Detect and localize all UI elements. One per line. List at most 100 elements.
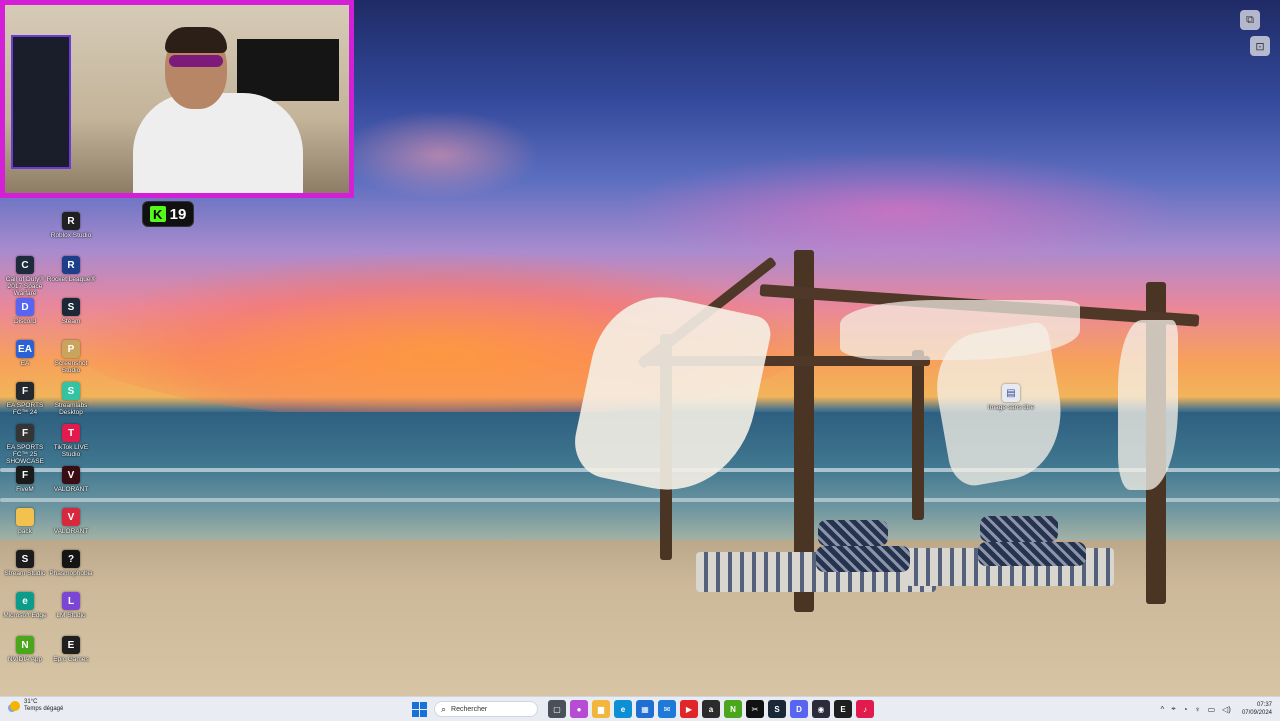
taskbar-app-tiktok[interactable]: ♪ <box>856 700 874 718</box>
ea-icon: EA <box>16 340 34 358</box>
start-button[interactable] <box>410 700 428 718</box>
desktop-icon-fivem[interactable]: F FiveM <box>0 466 50 493</box>
tray-overflow-chevron-icon[interactable]: ^ <box>1160 705 1164 714</box>
desktop-icon-nvidia-app[interactable]: N NVIDIA App <box>0 636 50 663</box>
doc-file-icon: ▤ <box>1002 384 1020 402</box>
taskbar-app-discord[interactable]: D <box>790 700 808 718</box>
copilot-icon: ● <box>576 704 582 714</box>
store-icon: ▦ <box>641 704 649 714</box>
discord-studio-icon: S <box>62 382 80 400</box>
epic-icon: E <box>840 704 846 714</box>
desktop-icon-label: VALORANT <box>53 528 89 535</box>
desktop-icon-ea[interactable]: EA EA <box>0 340 50 367</box>
taskbar-app-file-explorer[interactable]: ▆ <box>592 700 610 718</box>
youtube-icon: ▶ <box>685 704 693 714</box>
kick-viewer-count: 19 <box>169 205 187 223</box>
file-explorer-icon: ▆ <box>597 704 605 714</box>
desktop-icon-label: Stream Studio <box>4 570 46 577</box>
weather-temp: 31°C <box>24 699 38 705</box>
webcam-headset <box>165 27 227 53</box>
desktop-icon-label: Call of Duty® 2017 Space Warfare <box>5 276 45 297</box>
weather-widget[interactable]: 31°C Temps dégagé <box>10 699 63 713</box>
ea-fc-showcase-icon: F <box>16 424 34 442</box>
roblox-studio-icon: R <box>62 212 80 230</box>
network-icon[interactable]: ▭ <box>1208 705 1216 714</box>
taskbar-app-epic[interactable]: E <box>834 700 852 718</box>
cabana-post <box>912 350 924 520</box>
desktop-icon-phasmophobia[interactable]: ? Phasmophobia <box>46 550 96 577</box>
pillow <box>818 520 888 546</box>
pillow <box>816 546 910 572</box>
snip-icon: ⊡ <box>1255 40 1265 53</box>
desktop-icon-label: Rocket League® <box>46 276 96 283</box>
desktop-icon-discord[interactable]: D Discord <box>0 298 50 325</box>
epic-launcher-icon: E <box>62 636 80 654</box>
cloud <box>620 150 1180 270</box>
desktop-icon-ea-fc-showcase[interactable]: F EA SPORTS FC™ 25 SHOWCASE <box>0 424 50 465</box>
desktop-icon-streamlabs-studio[interactable]: S Stream Studio <box>0 550 50 577</box>
desktop-icon-microsoft-edge[interactable]: e Microsoft Edge <box>0 592 50 619</box>
desktop-icon-valorant-2[interactable]: V VALORANT <box>46 508 96 535</box>
taskbar-app-obs[interactable]: ◉ <box>812 700 830 718</box>
desktop-icon-label: EA <box>20 360 30 367</box>
pinned-apps: ▢ ● ▆ e ▦ ✉ ▶ a N ✂ S D ◉ E ♪ <box>548 700 874 718</box>
discord-icon: D <box>796 704 802 714</box>
obs-icon: ◉ <box>817 704 825 714</box>
wave <box>0 498 1280 502</box>
streamlabs-studio-icon: S <box>16 550 34 568</box>
clock-date: 07/09/2024 <box>1241 710 1272 716</box>
volume-icon[interactable]: ◁) <box>1222 705 1231 714</box>
search-placeholder: Rechercher <box>451 705 488 713</box>
taskbar-app-mail[interactable]: ✉ <box>658 700 676 718</box>
capcut-icon: ✂ <box>751 704 759 714</box>
taskbar-app-task-view[interactable]: ▢ <box>548 700 566 718</box>
desktop-icon-tiktok-live[interactable]: T TikTok LIVE Studio <box>46 424 96 458</box>
taskbar-app-capcut[interactable]: ✂ <box>746 700 764 718</box>
desktop-icon-lm-studio[interactable]: L LM Studio <box>46 592 96 619</box>
amazon-icon: a <box>708 704 714 714</box>
webcam-pc-tower <box>11 35 71 169</box>
taskbar-app-youtube[interactable]: ▶ <box>680 700 698 718</box>
desktop-icon-label: Epic Games <box>53 656 89 663</box>
taskbar-search[interactable]: ⌕ Rechercher <box>434 701 538 717</box>
desktop-icon-roblox-studio[interactable]: R Roblox Studio <box>46 212 96 239</box>
nvidia-icon: N <box>730 704 736 714</box>
desktop-icon-discord-studio[interactable]: S Streamlabs Desktop <box>46 382 96 416</box>
desktop-icon-folder[interactable]: pack <box>0 508 50 535</box>
system-tray: ^ ⌖ ◔ ♆ ▭ ◁) 07:37 07/09/2024 <box>1160 699 1272 719</box>
widget-button[interactable]: ⧉ <box>1240 10 1260 30</box>
webcam-glasses <box>169 55 223 67</box>
taskbar-app-copilot[interactable]: ● <box>570 700 588 718</box>
taskbar-app-nvidia[interactable]: N <box>724 700 742 718</box>
desktop-icon-epic-launcher[interactable]: E Epic Games <box>46 636 96 663</box>
desktop-icon-call-of-duty[interactable]: C Call of Duty® 2017 Space Warfare <box>0 256 50 297</box>
search-icon: ⌕ <box>441 703 447 714</box>
desktop-icon-label: TikTok LIVE Studio <box>53 444 89 458</box>
taskbar-clock[interactable]: 07:37 07/09/2024 <box>1242 701 1272 717</box>
microphone-icon[interactable]: ♆ <box>1195 705 1201 714</box>
phasmophobia-icon: ? <box>62 550 80 568</box>
taskbar-app-edge[interactable]: e <box>614 700 632 718</box>
desktop-icon-steam[interactable]: S Steam <box>46 298 96 325</box>
kick-logo-icon: K <box>149 206 166 222</box>
desktop-icon-rocket-league[interactable]: R Rocket League® <box>46 256 96 283</box>
taskbar-app-steam[interactable]: S <box>768 700 786 718</box>
webcam-overlay <box>0 0 354 198</box>
tiktok-live-icon: T <box>62 424 80 442</box>
snip-button[interactable]: ⊡ <box>1250 36 1270 56</box>
taskbar-app-amazon[interactable]: a <box>702 700 720 718</box>
desktop-icon-fc-game[interactable]: F EA SPORTS FC™ 24 <box>0 382 50 416</box>
desktop-icon-label: Screenshot Studio <box>54 360 88 374</box>
widget-icon: ⧉ <box>1246 13 1254 26</box>
desktop-icon-label: LM Studio <box>56 612 86 619</box>
desktop-icon-label: Phasmophobia <box>49 570 93 577</box>
desktop-icon-label: Image sans titre <box>987 404 1035 411</box>
desktop-icon-screenshot-studio[interactable]: P Screenshot Studio <box>46 340 96 374</box>
desktop-icon-valorant[interactable]: V VALORANT <box>46 466 96 493</box>
kick-viewer-badge: K 19 <box>142 201 194 227</box>
desktop-icon-label: NVIDIA App <box>7 656 43 663</box>
desktop-icon-doc-file[interactable]: ▤ Image sans titre <box>986 384 1036 411</box>
taskbar-app-store[interactable]: ▦ <box>636 700 654 718</box>
location-icon: ⌖ <box>1171 704 1176 713</box>
call-of-duty-icon: C <box>16 256 34 274</box>
